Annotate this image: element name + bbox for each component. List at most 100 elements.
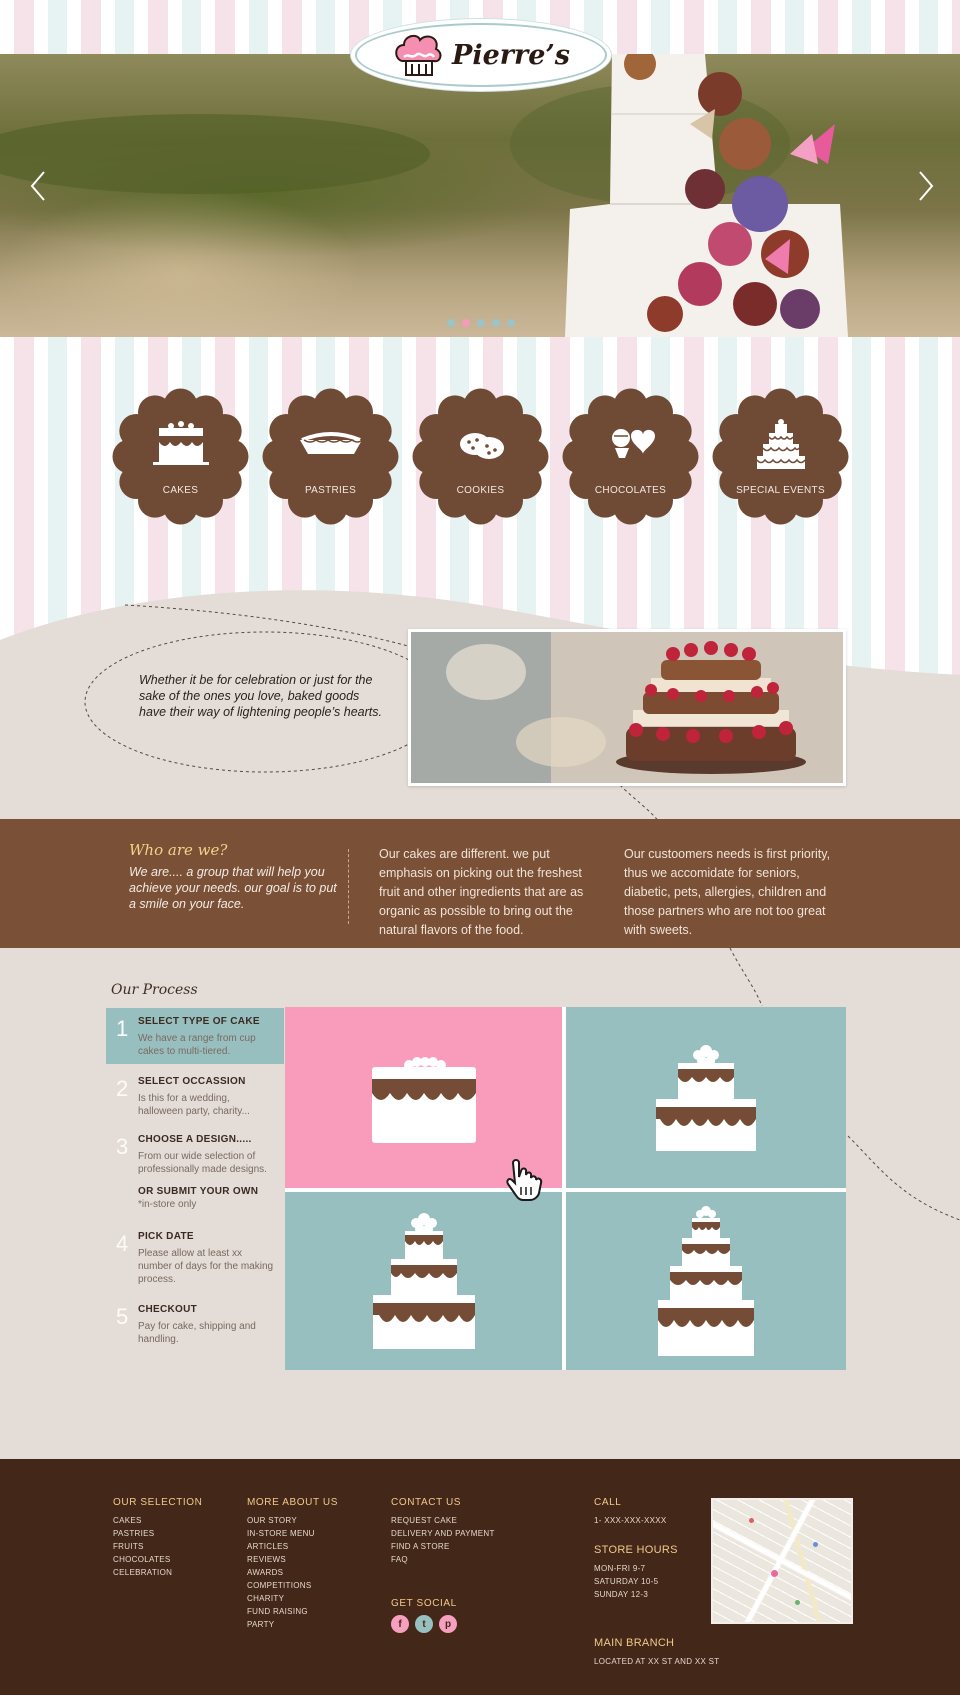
two-tier-cake-icon (656, 1044, 756, 1151)
map-marker-icon (813, 1542, 818, 1547)
step-number: 4 (116, 1231, 129, 1256)
step-number: 5 (116, 1304, 129, 1329)
footer-heading: STORE HOURS (594, 1544, 678, 1556)
about-section: Who are we? We are.... a group that will… (0, 819, 960, 948)
footer-link[interactable]: CELEBRATION (113, 1566, 202, 1579)
process-steps: 1 SELECT TYPE OF CAKE We have a range fr… (106, 1008, 284, 1352)
slide-dot[interactable] (462, 319, 470, 327)
cake-option-four-tier[interactable] (566, 1192, 846, 1370)
step-desc: We have a range from cup cakes to multi-… (138, 1033, 256, 1057)
single-tier-cake-icon (371, 1056, 476, 1143)
step-3[interactable]: 3 CHOOSE A DESIGN..... From our wide sel… (106, 1124, 284, 1182)
step-3-alternative[interactable]: OR SUBMIT YOUR OWN *in-store only (106, 1182, 284, 1219)
step-title: CHOOSE A DESIGN..... (138, 1134, 252, 1145)
category-pastries[interactable]: PASTRIES (262, 388, 399, 525)
hand-cursor-icon (506, 1159, 543, 1201)
footer-selection: OUR SELECTION CAKES PASTRIES FRUITS CHOCOLA… (113, 1497, 202, 1579)
footer-link[interactable]: CHARITY (247, 1592, 338, 1605)
category-chocolates[interactable]: CHOCOLATES (562, 388, 699, 525)
footer-hours: STORE HOURS MON-FRI 9-7 SATURDAY 10-5 SUND… (594, 1544, 678, 1601)
footer-call: CALL 1- XXX-XXX-XXXX (594, 1497, 667, 1527)
map-marker-icon (795, 1600, 800, 1605)
step-desc: *in-store only (138, 1199, 197, 1210)
cookies-icon (412, 418, 549, 478)
step-desc: Pay for cake, shipping and handling. (138, 1321, 256, 1345)
slide-indicators (447, 319, 515, 327)
step-title: CHECKOUT (138, 1304, 198, 1315)
footer-link[interactable]: FRUITS (113, 1540, 202, 1553)
footer-link[interactable]: CHOCOLATES (113, 1553, 202, 1566)
chevron-right-icon (919, 171, 934, 201)
step-title: SELECT TYPE OF CAKE (138, 1016, 260, 1027)
step-1[interactable]: 1 SELECT TYPE OF CAKE We have a range fr… (106, 1008, 284, 1064)
footer-link[interactable]: PARTY (247, 1618, 338, 1631)
four-tier-cake-icon (658, 1206, 754, 1356)
intro-quote: Whether it be for celebration or just fo… (139, 673, 382, 719)
footer-link[interactable]: IN-STORE MENU (247, 1527, 338, 1540)
facebook-icon[interactable]: f (391, 1615, 409, 1633)
map-marker-icon (771, 1570, 778, 1577)
step-desc: Is this for a wedding, halloween party, … (138, 1093, 250, 1117)
store-map[interactable] (711, 1498, 853, 1624)
category-list: CAKES PASTRIES COOKIES CHOCOLATES SPECIAL EV… (112, 388, 849, 525)
category-label: CAKES (162, 485, 199, 496)
footer-link[interactable]: PASTRIES (113, 1527, 202, 1540)
step-desc: Please allow at least xx number of days … (138, 1248, 274, 1285)
step-number: 1 (116, 1016, 129, 1041)
divider (348, 849, 349, 924)
footer-contact: CONTACT US REQUEST CAKE DELIVERY AND PAYM… (391, 1497, 495, 1566)
process-title: Our Process (111, 982, 198, 998)
slide-dot[interactable] (507, 319, 515, 327)
footer-social: GET SOCIAL ftp (391, 1598, 457, 1633)
footer-heading: GET SOCIAL (391, 1598, 457, 1609)
footer-link[interactable]: DELIVERY AND PAYMENT (391, 1527, 495, 1540)
brand-name: Pierre’s (452, 39, 570, 71)
footer-heading: CALL (594, 1497, 622, 1508)
pinterest-icon[interactable]: p (439, 1615, 457, 1633)
slide-dot[interactable] (492, 319, 500, 327)
footer-link[interactable]: FIND A STORE (391, 1540, 495, 1553)
footer-link[interactable]: REQUEST CAKE (391, 1514, 495, 1527)
step-4[interactable]: 4 PICK DATE Please allow at least xx num… (106, 1219, 284, 1292)
slide-dot[interactable] (447, 319, 455, 327)
category-label: CHOCOLATES (594, 485, 667, 496)
footer: OUR SELECTION CAKES PASTRIES FRUITS CHOCOLA… (0, 1459, 960, 1695)
logo[interactable]: Pierre’s (355, 23, 607, 87)
step-5[interactable]: 5 CHECKOUT Pay for cake, shipping and ha… (106, 1292, 284, 1352)
category-label: PASTRIES (304, 485, 357, 496)
hero-slider (0, 54, 960, 337)
chocolates-icon (562, 418, 699, 478)
cake-type-grid (285, 1007, 846, 1370)
footer-link[interactable]: REVIEWS (247, 1553, 338, 1566)
category-cakes[interactable]: CAKES (112, 388, 249, 525)
pie-icon (262, 418, 399, 478)
step-2[interactable]: 2 SELECT OCCASSION Is this for a wedding… (106, 1064, 284, 1124)
footer-link[interactable]: AWARDS (247, 1566, 338, 1579)
step-number: 3 (116, 1134, 129, 1159)
cake-option-three-tier[interactable] (285, 1192, 562, 1370)
about-title: Who are we? (129, 841, 228, 859)
prev-slide-button[interactable] (24, 166, 54, 206)
step-title: OR SUBMIT YOUR OWN (138, 1186, 259, 1197)
chevron-left-icon (30, 171, 45, 201)
step-title: PICK DATE (138, 1231, 194, 1242)
twitter-icon[interactable]: t (415, 1615, 433, 1633)
category-special-events[interactable]: SPECIAL EVENTS (712, 388, 849, 525)
hero-image (0, 54, 848, 337)
footer-link[interactable]: ARTICLES (247, 1540, 338, 1553)
footer-link[interactable]: CAKES (113, 1514, 202, 1527)
cake-option-two-tier[interactable] (566, 1007, 846, 1188)
footer-link[interactable]: FUND RAISING (247, 1605, 338, 1618)
intro-photo (408, 629, 846, 786)
about-lead: We are.... a group that will help you ac… (129, 865, 337, 911)
footer-link[interactable]: COMPETITIONS (247, 1579, 338, 1592)
footer-link[interactable]: FAQ (391, 1553, 495, 1566)
footer-branch: MAIN BRANCH LOCATED AT XX ST AND XX ST (594, 1637, 719, 1668)
category-cookies[interactable]: COOKIES (412, 388, 549, 525)
hours-line: SATURDAY 10-5 (594, 1577, 659, 1586)
about-text-2: Our custoomers needs is first priority, … (624, 847, 831, 937)
slide-dot[interactable] (477, 319, 485, 327)
tiered-cake-icon (712, 418, 849, 478)
footer-link[interactable]: OUR STORY (247, 1514, 338, 1527)
next-slide-button[interactable] (910, 166, 940, 206)
